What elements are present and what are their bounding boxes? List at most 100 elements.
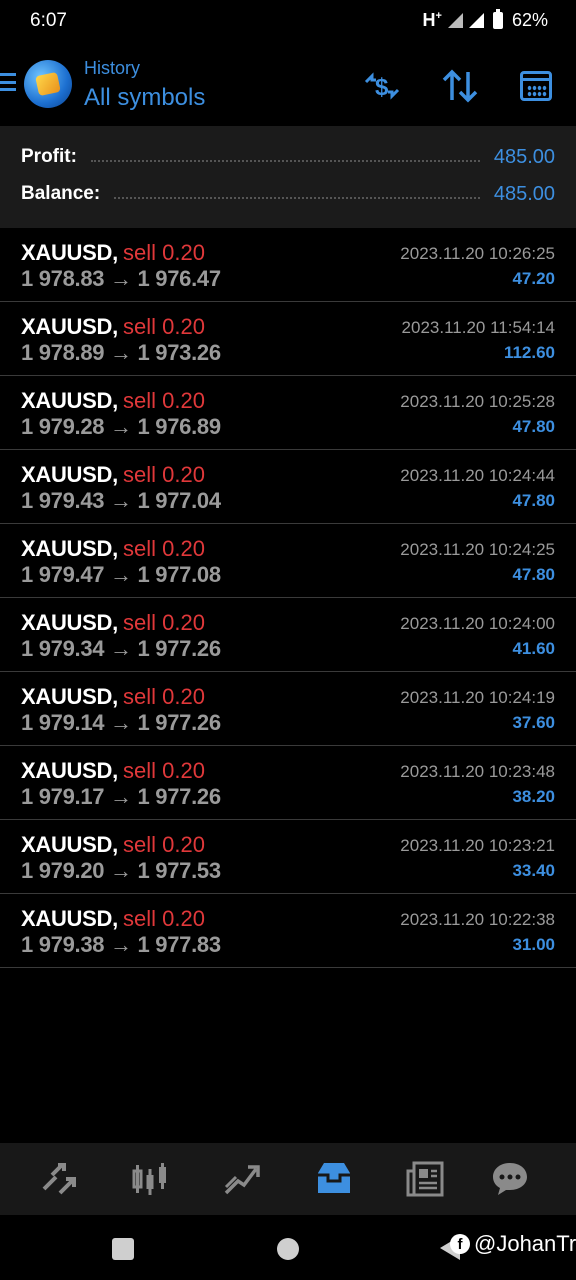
trade-time: 2023.11.20 10:25:28 [400, 392, 555, 411]
watermark: f @JohanTr [450, 1231, 576, 1257]
dotted-leader [114, 197, 480, 199]
balance-value: 485.00 [493, 182, 555, 205]
trade-symbol: XAUUSD, [21, 906, 118, 931]
recent-apps-icon[interactable] [112, 1238, 134, 1260]
sort-icon[interactable] [440, 66, 480, 106]
svg-text:$: $ [375, 74, 389, 101]
status-bar: 6:07 H+ 62% [0, 0, 576, 44]
trade-prices: 1 979.43 → 1 977.04 [21, 488, 221, 513]
trade-time: 2023.11.20 10:24:19 [400, 688, 555, 707]
trade-time: 2023.11.20 11:54:14 [401, 318, 555, 337]
trade-profit: 33.40 [512, 861, 555, 880]
trade-type: sell 0.20 [123, 240, 205, 265]
trade-profit: 47.80 [512, 491, 555, 510]
trade-profit: 37.60 [512, 713, 555, 732]
app-header: History All symbols $ [0, 44, 576, 126]
trade-type: sell 0.20 [123, 314, 205, 339]
profit-value: 485.00 [493, 145, 555, 168]
trade-row[interactable]: XAUUSD, sell 0.20 1 978.89 → 1 973.26 2023.… [0, 302, 576, 376]
trade-time: 2023.11.20 10:24:44 [400, 466, 555, 485]
trade-type: sell 0.20 [123, 832, 205, 857]
header-title[interactable]: All symbols [84, 84, 205, 112]
chat-icon[interactable] [488, 1157, 532, 1201]
news-icon[interactable] [404, 1157, 448, 1201]
trade-icon[interactable] [220, 1157, 264, 1201]
trade-type: sell 0.20 [123, 758, 205, 783]
trade-row[interactable]: XAUUSD, sell 0.20 1 979.17 → 1 977.26 2023.… [0, 746, 576, 820]
trade-symbol: XAUUSD, [21, 610, 118, 635]
facebook-icon: f [450, 1234, 470, 1254]
bottom-nav [0, 1143, 576, 1215]
trade-row[interactable]: XAUUSD, sell 0.20 1 979.14 → 1 977.26 2023.… [0, 672, 576, 746]
profit-row: Profit: 485.00 [21, 142, 555, 172]
trade-profit: 47.80 [512, 417, 555, 436]
trade-prices: 1 979.34 → 1 977.26 [21, 636, 221, 661]
profit-label: Profit: [21, 146, 77, 167]
trade-type: sell 0.20 [123, 462, 205, 487]
trade-symbol: XAUUSD, [21, 314, 118, 339]
currency-exchange-icon[interactable]: $ [362, 66, 402, 106]
trade-time: 2023.11.20 10:22:38 [400, 910, 555, 929]
summary-panel: Profit: 485.00 Balance: 485.00 [0, 126, 576, 228]
trade-symbol: XAUUSD, [21, 240, 118, 265]
trade-profit: 31.00 [512, 935, 555, 954]
signal-icon-2 [468, 13, 484, 28]
history-icon[interactable] [312, 1157, 356, 1201]
trade-list: XAUUSD, sell 0.20 1 978.83 → 1 976.47 2023.… [0, 228, 576, 968]
status-time: 6:07 [30, 10, 67, 31]
balance-label: Balance: [21, 183, 101, 204]
trade-symbol: XAUUSD, [21, 388, 118, 413]
trade-time: 2023.11.20 10:23:21 [400, 836, 555, 855]
trade-time: 2023.11.20 10:23:48 [400, 762, 555, 781]
trade-row[interactable]: XAUUSD, sell 0.20 1 979.34 → 1 977.26 2023.… [0, 598, 576, 672]
trade-prices: 1 979.20 → 1 977.53 [21, 858, 221, 883]
trade-profit: 41.60 [512, 639, 555, 658]
calendar-icon[interactable] [516, 66, 556, 106]
trade-type: sell 0.20 [123, 906, 205, 931]
trade-profit: 112.60 [503, 343, 555, 362]
trade-row[interactable]: XAUUSD, sell 0.20 1 979.20 → 1 977.53 2023.… [0, 820, 576, 894]
trade-type: sell 0.20 [123, 388, 205, 413]
watermark-text: @JohanTr [474, 1231, 576, 1256]
app-logo-icon[interactable] [24, 60, 72, 108]
menu-icon[interactable] [0, 73, 16, 91]
trade-profit: 47.20 [512, 269, 555, 288]
trade-profit: 38.20 [512, 787, 555, 806]
trade-row[interactable]: XAUUSD, sell 0.20 1 979.28 → 1 976.89 2023.… [0, 376, 576, 450]
trade-row[interactable]: XAUUSD, sell 0.20 1 979.43 → 1 977.04 2023.… [0, 450, 576, 524]
trade-prices: 1 978.83 → 1 976.47 [21, 266, 221, 291]
network-type: H+ [422, 10, 442, 30]
trade-type: sell 0.20 [123, 610, 205, 635]
trade-prices: 1 979.14 → 1 977.26 [21, 710, 221, 735]
battery-percent: 62% [511, 10, 548, 30]
trade-type: sell 0.20 [123, 684, 205, 709]
dotted-leader [90, 160, 480, 162]
status-indicators: H+ 62% [422, 9, 548, 31]
trade-type: sell 0.20 [123, 536, 205, 561]
trade-time: 2023.11.20 10:26:25 [400, 244, 555, 263]
trade-time: 2023.11.20 10:24:25 [400, 540, 555, 559]
signal-icon-1 [447, 13, 463, 28]
balance-row: Balance: 485.00 [21, 179, 555, 209]
battery-icon [492, 9, 503, 29]
trade-prices: 1 979.17 → 1 977.26 [21, 784, 221, 809]
trade-prices: 1 979.28 → 1 976.89 [21, 414, 221, 439]
trade-prices: 1 979.47 → 1 977.08 [21, 562, 221, 587]
trade-time: 2023.11.20 10:24:00 [400, 614, 555, 633]
trade-symbol: XAUUSD, [21, 536, 118, 561]
home-icon[interactable] [277, 1238, 299, 1260]
trade-symbol: XAUUSD, [21, 462, 118, 487]
trade-profit: 47.80 [512, 565, 555, 584]
trade-row[interactable]: XAUUSD, sell 0.20 1 979.47 → 1 977.08 2023.… [0, 524, 576, 598]
trade-prices: 1 978.89 → 1 973.26 [21, 340, 221, 365]
trade-symbol: XAUUSD, [21, 684, 118, 709]
header-subtitle: History [84, 58, 141, 78]
trade-prices: 1 979.38 → 1 977.83 [21, 932, 221, 957]
chart-icon[interactable] [128, 1157, 172, 1201]
quotes-icon[interactable] [36, 1157, 80, 1201]
trade-symbol: XAUUSD, [21, 832, 118, 857]
system-nav-bar: f @JohanTr [0, 1215, 576, 1280]
trade-row[interactable]: XAUUSD, sell 0.20 1 979.38 → 1 977.83 2023.… [0, 894, 576, 968]
trade-symbol: XAUUSD, [21, 758, 118, 783]
trade-row[interactable]: XAUUSD, sell 0.20 1 978.83 → 1 976.47 2023.… [0, 228, 576, 302]
